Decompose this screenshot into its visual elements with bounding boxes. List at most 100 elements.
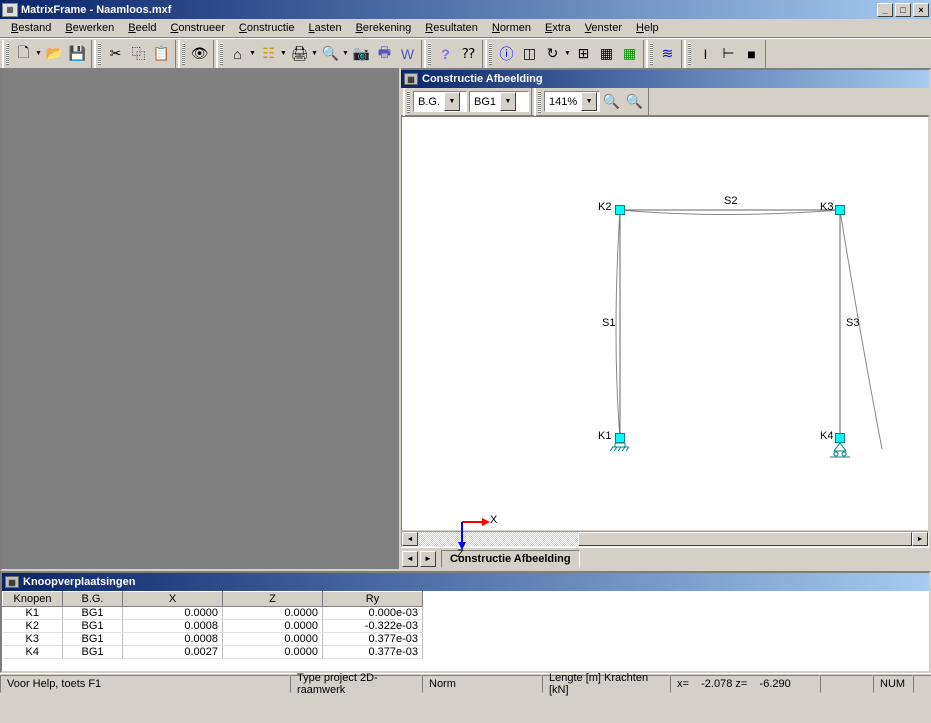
menu-berekening[interactable]: Berekening — [349, 20, 419, 36]
print-icon[interactable]: 🖨 — [288, 43, 311, 65]
app-icon: ▦ — [2, 3, 18, 17]
table-icon: ▦ — [5, 576, 19, 588]
status-num: NUM — [873, 675, 913, 693]
table-title-bar: ▦ Knoopverplaatsingen — [2, 573, 929, 591]
rotate-icon[interactable]: ↻ — [541, 43, 564, 65]
tab-next-button[interactable]: ► — [420, 551, 436, 567]
loadcase-combo[interactable]: B.G.▼ — [413, 91, 467, 112]
label-k1: K1 — [598, 430, 611, 442]
menu-bestand[interactable]: Bestand — [4, 20, 58, 36]
node-k2[interactable] — [615, 205, 625, 215]
scroll-left-button[interactable]: ◄ — [402, 532, 418, 546]
scroll-right-button[interactable]: ► — [912, 532, 928, 546]
status-coords: x= -2.078 z= -6.290 — [670, 675, 820, 693]
paste-icon[interactable]: 📋 — [150, 43, 173, 65]
graph-icon[interactable]: ≋ — [656, 43, 679, 65]
menu-normen[interactable]: Normen — [485, 20, 538, 36]
zoom-combo[interactable]: 141%▼ — [544, 91, 600, 112]
col-bg[interactable]: B.G. — [63, 592, 123, 607]
stop-icon[interactable]: ■ — [740, 43, 763, 65]
word-icon[interactable]: W — [396, 43, 419, 65]
col-knopen[interactable]: Knopen — [3, 592, 63, 607]
node-k1[interactable] — [615, 433, 625, 443]
help-icon[interactable]: ? — [434, 43, 457, 65]
frame3-icon[interactable]: ▦ — [618, 43, 641, 65]
menu-construeer[interactable]: Construeer — [163, 20, 231, 36]
beam-icon[interactable]: I — [694, 43, 717, 65]
maximize-button[interactable]: □ — [895, 3, 911, 17]
status-help: Voor Help, toets F1 — [0, 675, 290, 693]
menu-extra[interactable]: Extra — [538, 20, 578, 36]
open-icon[interactable]: 📂 — [43, 43, 66, 65]
table-row[interactable]: K3BG10.00080.00000.377e-03 — [3, 633, 423, 646]
zoom-out-icon[interactable]: 🔍 — [623, 91, 646, 113]
eye-icon[interactable]: 👁 — [188, 43, 211, 65]
viewport-icon: ▦ — [404, 73, 418, 85]
construction-dropdown[interactable]: ▼ — [249, 50, 257, 57]
table-row[interactable]: K2BG10.00080.0000-0.322e-03 — [3, 620, 423, 633]
main-toolbar: 🗋 ▼ 📂 💾 ✂ ⿻ 📋 👁 ⌂ ▼ ☷ ▼ 🖨 ▼ 🔍 ▼ 📷 🖶 W ? … — [0, 38, 931, 68]
table-title: Knoopverplaatsingen — [23, 576, 135, 588]
label-k3: K3 — [820, 201, 833, 213]
zoom-in-icon[interactable]: 🔍 — [600, 91, 623, 113]
status-norm: Norm — [422, 675, 542, 693]
info-icon[interactable]: ⓘ — [495, 43, 518, 65]
preview-icon[interactable]: 🔍 — [319, 43, 342, 65]
menu-resultaten[interactable]: Resultaten — [418, 20, 485, 36]
viewport-title-bar: ▦ Constructie Afbeelding — [401, 70, 929, 88]
save-icon[interactable]: 💾 — [66, 43, 89, 65]
table-row[interactable]: K1BG10.00000.00000.000e-03 — [3, 607, 423, 620]
profile-dropdown[interactable]: ▼ — [280, 50, 288, 57]
ortho-icon[interactable]: ◫ — [518, 43, 541, 65]
new-dropdown[interactable]: ▼ — [35, 50, 43, 57]
table-row[interactable]: K4BG10.00270.00000.377e-03 — [3, 646, 423, 659]
status-bar: Voor Help, toets F1 Type project 2D-raam… — [0, 673, 931, 693]
new-icon[interactable]: 🗋 — [12, 43, 35, 65]
node-k4[interactable] — [835, 433, 845, 443]
support-k1 — [610, 443, 630, 457]
context-help-icon[interactable]: ⁇ — [457, 43, 480, 65]
status-project: Type project 2D-raamwerk — [290, 675, 422, 693]
camera-icon[interactable]: 📷 — [350, 43, 373, 65]
axis-x-label: X — [490, 514, 497, 526]
minimize-button[interactable]: _ — [877, 3, 893, 17]
viewport-toolbar: B.G.▼ BG1▼ 141%▼ 🔍 🔍 — [401, 88, 929, 116]
menu-help[interactable]: Help — [629, 20, 666, 36]
col-z[interactable]: Z — [223, 592, 323, 607]
preview-dropdown[interactable]: ▼ — [342, 50, 350, 57]
col-x[interactable]: X — [123, 592, 223, 607]
label-s3: S3 — [846, 317, 859, 329]
profile-icon[interactable]: ☷ — [257, 43, 280, 65]
frame2-icon[interactable]: ▦ — [595, 43, 618, 65]
menu-lasten[interactable]: Lasten — [302, 20, 349, 36]
axis-z-label: Z — [457, 548, 464, 560]
menu-venster[interactable]: Venster — [578, 20, 629, 36]
drawing-canvas[interactable]: K1 K2 K3 K4 S1 S2 S3 X Z — [401, 116, 929, 531]
status-units: Lengte [m] Krachten [kN] — [542, 675, 670, 693]
status-grip — [913, 675, 931, 693]
cut-icon[interactable]: ✂ — [104, 43, 127, 65]
results-grid[interactable]: Knopen B.G. X Z Ry K1BG10.00000.00000.00… — [2, 591, 929, 671]
title-bar: ▦ MatrixFrame - Naamloos.mxf _ □ × — [0, 0, 931, 19]
menu-beeld[interactable]: Beeld — [121, 20, 163, 36]
label-k4: K4 — [820, 430, 833, 442]
menu-bewerken[interactable]: Bewerken — [58, 20, 121, 36]
menu-bar: Bestand Bewerken Beeld Construeer Constr… — [0, 19, 931, 38]
column-icon[interactable]: ⊢ — [717, 43, 740, 65]
support-k4 — [830, 443, 850, 461]
rotate-dropdown[interactable]: ▼ — [564, 50, 572, 57]
construction-icon[interactable]: ⌂ — [226, 43, 249, 65]
print-dropdown[interactable]: ▼ — [311, 50, 319, 57]
grid-header-row: Knopen B.G. X Z Ry — [3, 592, 423, 607]
tab-prev-button[interactable]: ◄ — [402, 551, 418, 567]
loadgroup-combo[interactable]: BG1▼ — [469, 91, 529, 112]
label-s1: S1 — [602, 317, 615, 329]
copy-icon[interactable]: ⿻ — [127, 43, 150, 65]
menu-constructie[interactable]: Constructie — [232, 20, 302, 36]
label-s2: S2 — [724, 195, 737, 207]
report-icon[interactable]: 🖶 — [373, 43, 396, 65]
col-ry[interactable]: Ry — [323, 592, 423, 607]
close-button[interactable]: × — [913, 3, 929, 17]
frame1-icon[interactable]: ⊞ — [572, 43, 595, 65]
node-k3[interactable] — [835, 205, 845, 215]
